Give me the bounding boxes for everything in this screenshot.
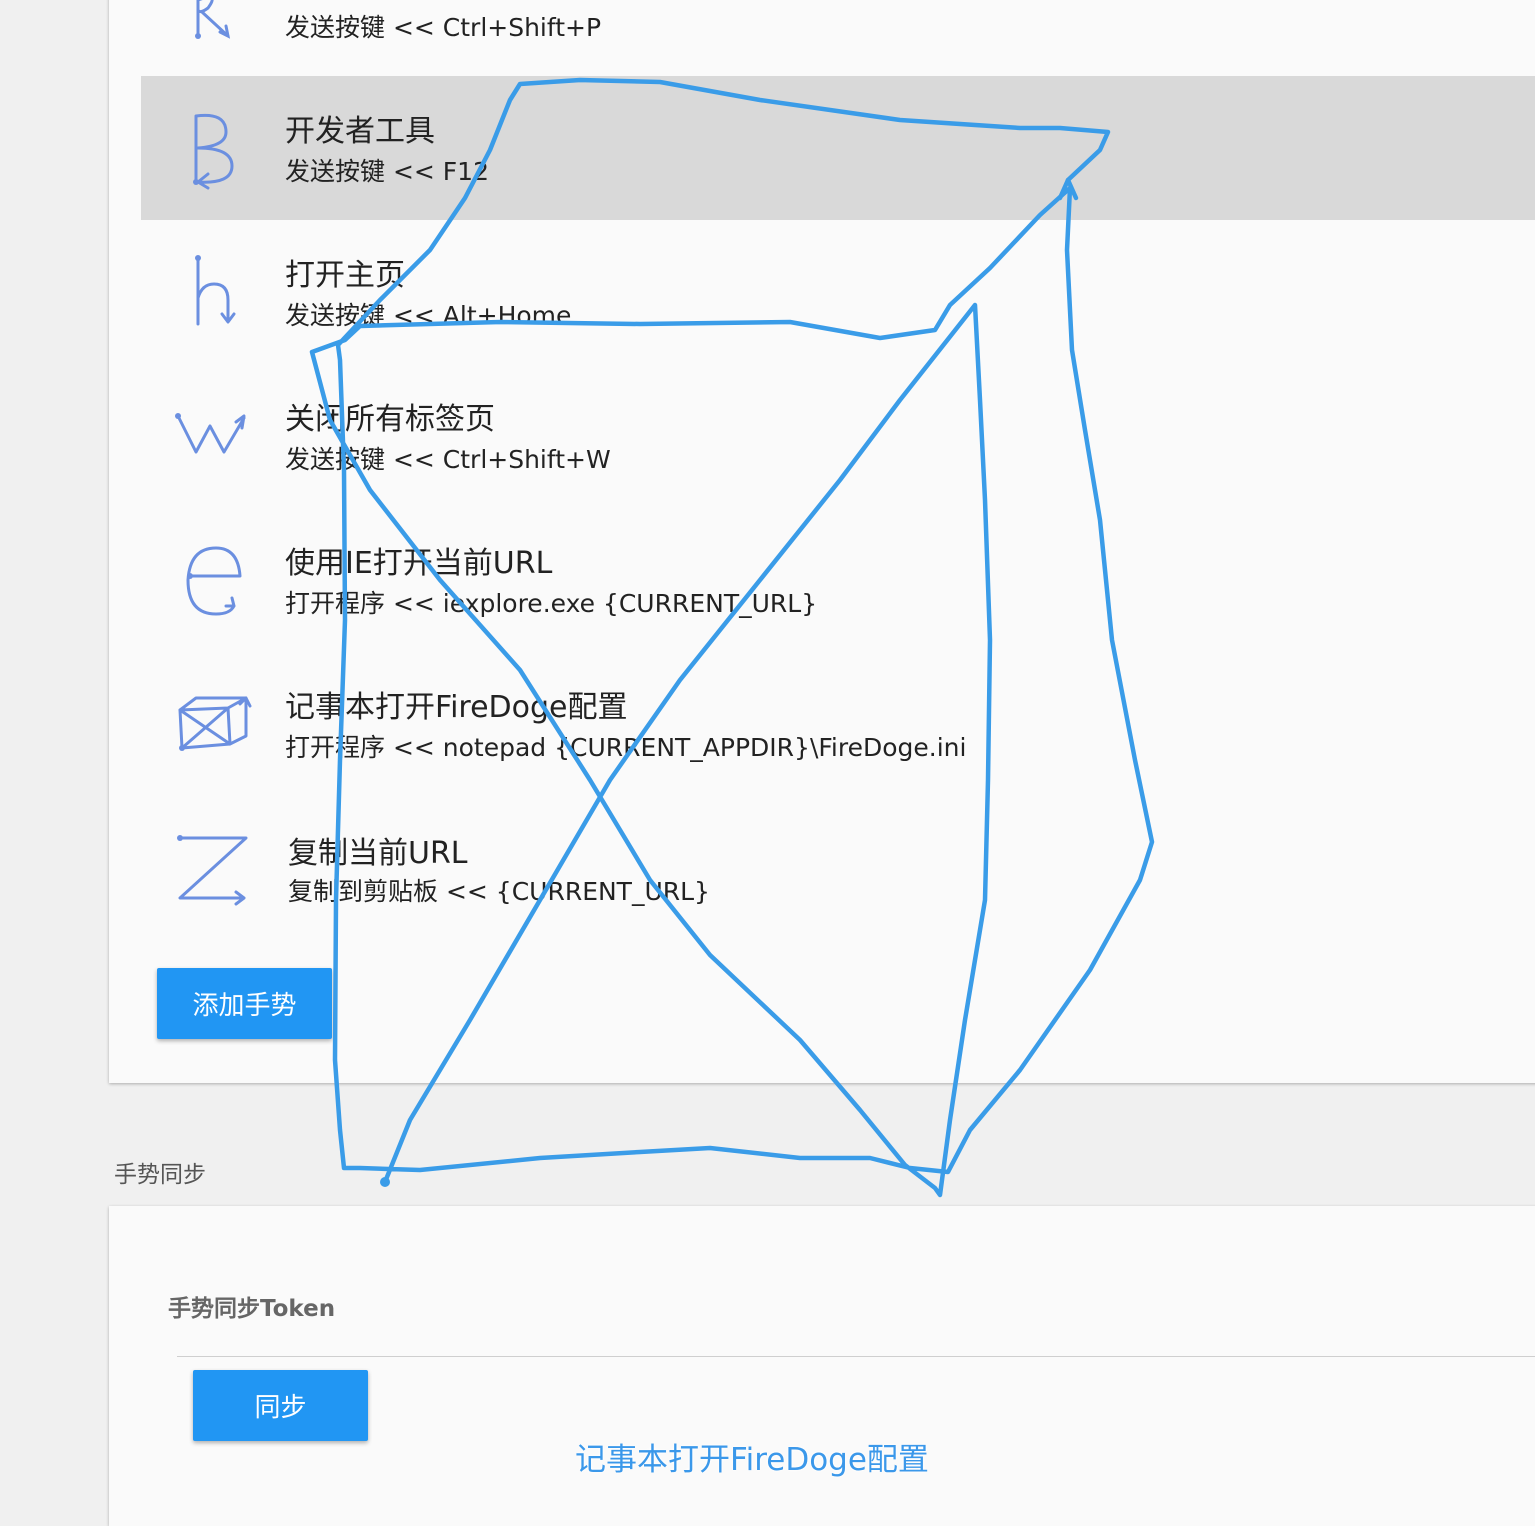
sync-button[interactable]: 同步: [193, 1370, 368, 1441]
gesture-close-tabs-title: 关闭所有标签页: [285, 402, 495, 437]
add-gesture-button[interactable]: 添加手势: [157, 968, 332, 1039]
gesture-open-ie-shortcut: 打开程序 << iexplore.exe {CURRENT_URL}: [285, 589, 818, 618]
gesture-home-title: 打开主页: [285, 258, 405, 293]
gesture-notepad-config-title: 记事本打开FireDoge配置: [285, 690, 628, 725]
gesture-copy-url-title: 复制当前URL: [288, 836, 468, 871]
gesture-e-icon: [186, 546, 242, 616]
gesture-r-icon: [195, 0, 231, 39]
sync-token-input[interactable]: [177, 1356, 1535, 1357]
recognized-gesture-label: 记事本打开FireDoge配置: [575, 1442, 929, 1478]
sync-token-label: 手势同步Token: [168, 1296, 336, 1322]
gesture-devtools-title: 开发者工具: [285, 114, 435, 149]
gesture-close-tabs-shortcut: 发送按键 << Ctrl+Shift+W: [285, 445, 611, 474]
gesture-home-shortcut: 发送按键 << Alt+Home: [285, 301, 572, 330]
gesture-b-icon: [193, 113, 234, 190]
gesture-h-icon: [195, 255, 236, 326]
gesture-devtools-shortcut: 发送按键 << F12: [285, 157, 489, 186]
gesture-box-icon: [178, 696, 252, 751]
gesture-r-shortcut: 发送按键 << Ctrl+Shift+P: [285, 13, 602, 42]
gesture-stroke-start: [380, 1177, 390, 1187]
gesture-sync-section-title: 手势同步: [114, 1162, 206, 1188]
gesture-open-ie-title: 使用IE打开当前URL: [285, 546, 553, 581]
gesture-z-icon: [177, 835, 248, 906]
gesture-notepad-config-shortcut: 打开程序 << notepad {CURRENT_APPDIR}\FireDog…: [285, 733, 967, 762]
gesture-w-icon: [175, 413, 246, 454]
gesture-copy-url-shortcut: 复制到剪贴板 << {CURRENT_URL}: [288, 877, 710, 906]
